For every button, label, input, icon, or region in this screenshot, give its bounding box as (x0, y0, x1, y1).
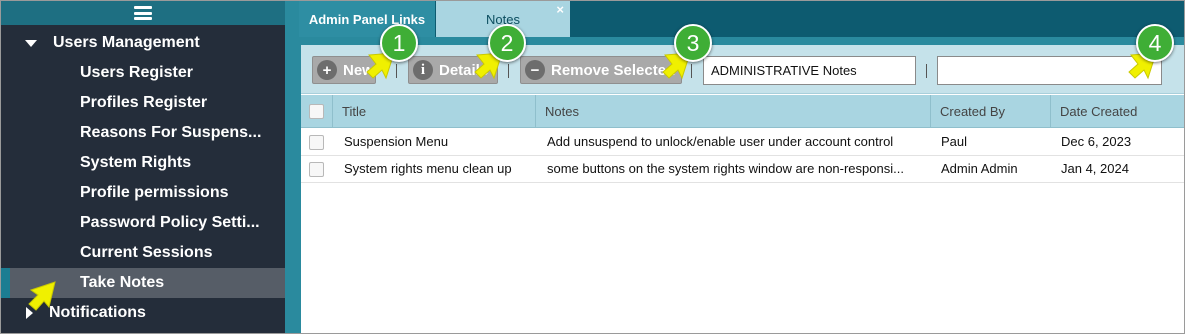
toolbar-separator (926, 64, 927, 78)
notes-category-field[interactable]: ADMINISTRATIVE Notes (703, 56, 916, 85)
cell-created-by: Paul (941, 134, 968, 149)
sidebar-item-label: Current Sessions (80, 244, 213, 261)
column-header-date-created[interactable]: Date Created (1050, 95, 1184, 128)
cell-notes: some buttons on the system rights window… (547, 161, 904, 176)
active-indicator (1, 268, 10, 298)
grid-header: Title Notes Created By Date Created (301, 95, 1184, 128)
column-header-notes[interactable]: Notes (535, 95, 929, 128)
sidebar-item-current-sessions[interactable]: Current Sessions (1, 238, 285, 268)
table-row[interactable]: Suspension Menu Add unsuspend to unlock/… (301, 129, 1184, 156)
minus-icon: − (525, 60, 545, 80)
callout-badge-1: 1 (380, 24, 418, 62)
sidebar-item-profiles-register[interactable]: Profiles Register (1, 88, 285, 118)
cell-notes: Add unsuspend to unlock/enable user unde… (547, 134, 894, 149)
remove-selected-button[interactable]: − Remove Selected (520, 56, 682, 84)
row-checkbox[interactable] (309, 135, 324, 150)
sidebar-item-label: Profile permissions (80, 184, 229, 201)
sidebar-group-notifications[interactable]: Notifications (1, 298, 285, 328)
callout-badge-2: 2 (488, 24, 526, 62)
sidebar-group-users-management[interactable]: Users Management (1, 28, 285, 58)
remove-button-label: Remove Selected (551, 61, 676, 79)
column-header-title[interactable]: Title (332, 95, 534, 128)
info-icon: i (413, 60, 433, 80)
sidebar-item-label: Reasons For Suspens... (80, 124, 262, 141)
sidebar-item-take-notes[interactable]: Take Notes (1, 268, 285, 298)
sidebar-item-label: Profiles Register (80, 94, 208, 111)
table-row[interactable]: System rights menu clean up some buttons… (301, 156, 1184, 183)
new-button-label: New (343, 61, 374, 79)
row-checkbox[interactable] (309, 162, 324, 177)
sidebar-item-users-register[interactable]: Users Register (1, 58, 285, 88)
cell-title: Suspension Menu (344, 134, 449, 149)
application-window: Users Management Users Register Profiles… (0, 0, 1185, 334)
plus-icon: + (317, 60, 337, 80)
sidebar-item-label: Users Register (80, 64, 193, 81)
callout-badge-3: 3 (674, 24, 712, 62)
sidebar-divider[interactable] (285, 1, 299, 333)
details-button-label: Details (439, 61, 489, 79)
notes-panel: + New i Details − Remove Selected ADMINI… (301, 45, 1184, 333)
sidebar-group-label: Users Management (53, 34, 200, 51)
sidebar-item-label: System Rights (80, 154, 192, 171)
sidebar-item-password-policy[interactable]: Password Policy Setti... (1, 208, 285, 238)
cell-date-created: Dec 6, 2023 (1061, 134, 1132, 149)
sidebar-item-label: Take Notes (80, 274, 165, 291)
details-button[interactable]: i Details (408, 56, 498, 84)
close-icon[interactable]: × (556, 2, 564, 17)
cell-date-created: Jan 4, 2024 (1061, 161, 1129, 176)
search-input[interactable] (937, 56, 1162, 85)
sidebar-group-label: Notifications (49, 304, 146, 321)
caret-down-icon (25, 39, 37, 47)
caret-right-icon (26, 307, 33, 319)
select-all-checkbox[interactable] (309, 104, 324, 119)
sidebar-item-label: Password Policy Setti... (80, 214, 260, 231)
cell-title: System rights menu clean up (344, 161, 512, 176)
new-button[interactable]: + New (312, 56, 376, 84)
sidebar-item-reasons-for-suspension[interactable]: Reasons For Suspens... (1, 118, 285, 148)
sidebar-item-profile-permissions[interactable]: Profile permissions (1, 178, 285, 208)
toolbar-separator (691, 64, 692, 78)
hamburger-icon[interactable] (134, 6, 152, 20)
content-area: + New i Details − Remove Selected ADMINI… (299, 37, 1184, 333)
column-header-created-by[interactable]: Created By (930, 95, 1050, 128)
sidebar-header (1, 1, 285, 25)
callout-badge-4: 4 (1136, 24, 1174, 62)
toolbar-separator (396, 64, 397, 78)
tab-label: Admin Panel Links (308, 11, 426, 27)
sidebar-item-system-rights[interactable]: System Rights (1, 148, 285, 178)
toolbar: + New i Details − Remove Selected ADMINI… (301, 45, 1184, 94)
tab-bar: Admin Panel Links Notes × (299, 1, 1184, 37)
sidebar: Users Management Users Register Profiles… (1, 1, 285, 333)
cell-created-by: Admin Admin (941, 161, 1018, 176)
toolbar-separator (508, 64, 509, 78)
